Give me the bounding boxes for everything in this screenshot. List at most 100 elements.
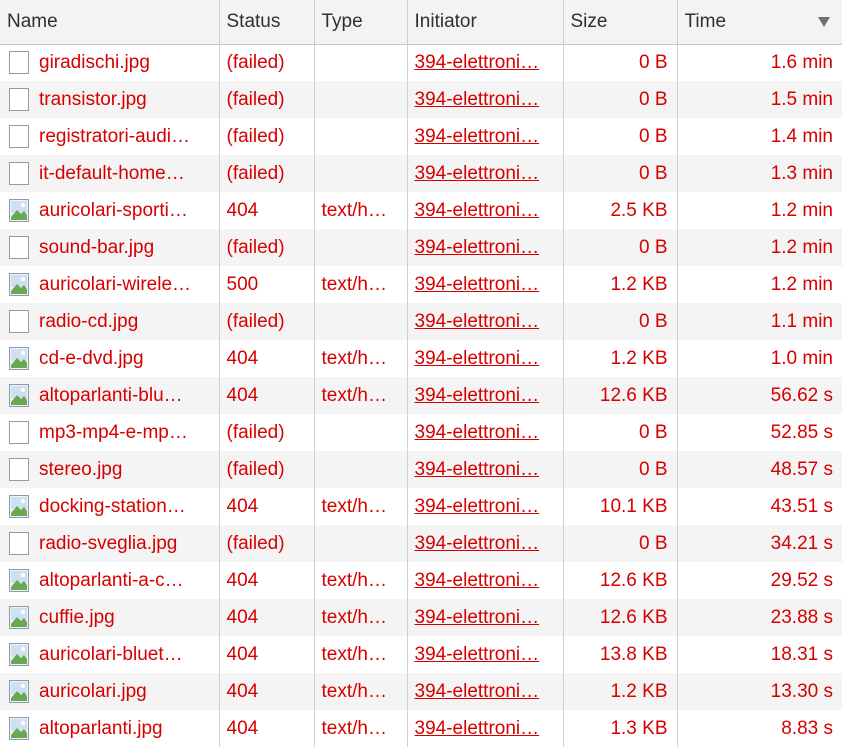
- size-cell: 2.5 KB: [563, 192, 678, 229]
- request-name: mp3-mp4-e-mp…: [39, 421, 188, 443]
- name-cell[interactable]: mp3-mp4-e-mp…: [0, 414, 220, 451]
- initiator-cell: 394-elettroni…: [407, 229, 564, 266]
- status-cell: 404: [219, 562, 315, 599]
- type-cell: text/h…: [314, 192, 408, 229]
- initiator-link[interactable]: 394-elettroni…: [415, 163, 540, 184]
- request-row[interactable]: auricolari-sporti… 404 text/h… 394-elett…: [0, 192, 842, 229]
- image-icon: [8, 346, 30, 371]
- status-cell: (failed): [219, 303, 315, 340]
- request-row[interactable]: radio-sveglia.jpg (failed) 394-elettroni…: [0, 525, 842, 562]
- request-name: cuffie.jpg: [39, 606, 115, 628]
- initiator-link[interactable]: 394-elettroni…: [415, 681, 540, 702]
- initiator-link[interactable]: 394-elettroni…: [415, 200, 540, 221]
- request-name: it-default-home…: [39, 162, 185, 184]
- type-cell: [314, 451, 408, 488]
- initiator-cell: 394-elettroni…: [407, 414, 564, 451]
- table-header: Name Status Type Initiator Size Time: [0, 0, 842, 45]
- initiator-link[interactable]: 394-elettroni…: [415, 274, 540, 295]
- initiator-cell: 394-elettroni…: [407, 155, 564, 192]
- name-cell[interactable]: altoparlanti.jpg: [0, 710, 220, 747]
- column-header-initiator[interactable]: Initiator: [407, 0, 564, 45]
- request-name: radio-cd.jpg: [39, 310, 139, 332]
- type-cell: text/h…: [314, 599, 408, 636]
- initiator-link[interactable]: 394-elettroni…: [415, 422, 540, 443]
- request-row[interactable]: auricolari-wirele… 500 text/h… 394-elett…: [0, 266, 842, 303]
- initiator-link[interactable]: 394-elettroni…: [415, 533, 540, 554]
- initiator-link[interactable]: 394-elettroni…: [415, 348, 540, 369]
- document-icon: [8, 457, 30, 482]
- initiator-link[interactable]: 394-elettroni…: [415, 311, 540, 332]
- column-header-time-label: Time: [684, 10, 727, 32]
- initiator-link[interactable]: 394-elettroni…: [415, 52, 540, 73]
- time-cell: 52.85 s: [770, 421, 833, 443]
- initiator-link[interactable]: 394-elettroni…: [415, 718, 540, 739]
- request-row[interactable]: cuffie.jpg 404 text/h… 394-elettroni… 12…: [0, 599, 842, 636]
- request-row[interactable]: stereo.jpg (failed) 394-elettroni… 0 B 4…: [0, 451, 842, 488]
- type-cell: [314, 155, 408, 192]
- name-cell[interactable]: radio-sveglia.jpg: [0, 525, 220, 562]
- name-cell[interactable]: registratori-audi…: [0, 118, 220, 155]
- time-cell: 13.30 s: [770, 680, 833, 702]
- time-cell: 8.83 s: [781, 717, 833, 739]
- name-cell[interactable]: auricolari.jpg: [0, 673, 220, 710]
- name-cell[interactable]: cd-e-dvd.jpg: [0, 340, 220, 377]
- time-cell: 18.31 s: [770, 643, 833, 665]
- initiator-link[interactable]: 394-elettroni…: [415, 385, 540, 406]
- name-cell[interactable]: cuffie.jpg: [0, 599, 220, 636]
- initiator-cell: 394-elettroni…: [407, 562, 564, 599]
- column-header-type[interactable]: Type: [314, 0, 408, 45]
- column-header-time[interactable]: Time: [677, 0, 842, 45]
- type-cell: [314, 44, 408, 81]
- initiator-cell: 394-elettroni…: [407, 525, 564, 562]
- name-cell[interactable]: auricolari-sporti…: [0, 192, 220, 229]
- name-cell[interactable]: radio-cd.jpg: [0, 303, 220, 340]
- initiator-cell: 394-elettroni…: [407, 192, 564, 229]
- name-cell[interactable]: altoparlanti-a-c…: [0, 562, 220, 599]
- document-icon: [8, 531, 30, 556]
- name-cell[interactable]: giradischi.jpg: [0, 44, 220, 81]
- request-row[interactable]: docking-station… 404 text/h… 394-elettro…: [0, 488, 842, 525]
- request-row[interactable]: giradischi.jpg (failed) 394-elettroni… 0…: [0, 44, 842, 81]
- request-row[interactable]: registratori-audi… (failed) 394-elettron…: [0, 118, 842, 155]
- request-row[interactable]: transistor.jpg (failed) 394-elettroni… 0…: [0, 81, 842, 118]
- name-cell[interactable]: sound-bar.jpg: [0, 229, 220, 266]
- request-row[interactable]: it-default-home… (failed) 394-elettroni……: [0, 155, 842, 192]
- request-row[interactable]: auricolari-bluet… 404 text/h… 394-elettr…: [0, 636, 842, 673]
- initiator-link[interactable]: 394-elettroni…: [415, 607, 540, 628]
- name-cell[interactable]: docking-station…: [0, 488, 220, 525]
- type-cell: [314, 81, 408, 118]
- initiator-link[interactable]: 394-elettroni…: [415, 570, 540, 591]
- request-row[interactable]: sound-bar.jpg (failed) 394-elettroni… 0 …: [0, 229, 842, 266]
- request-row[interactable]: mp3-mp4-e-mp… (failed) 394-elettroni… 0 …: [0, 414, 842, 451]
- status-cell: 404: [219, 710, 315, 747]
- document-icon: [8, 420, 30, 445]
- type-cell: text/h…: [314, 488, 408, 525]
- request-row[interactable]: cd-e-dvd.jpg 404 text/h… 394-elettroni… …: [0, 340, 842, 377]
- initiator-link[interactable]: 394-elettroni…: [415, 496, 540, 517]
- name-cell[interactable]: altoparlanti-blu…: [0, 377, 220, 414]
- time-cell: 43.51 s: [770, 495, 833, 517]
- initiator-link[interactable]: 394-elettroni…: [415, 126, 540, 147]
- initiator-link[interactable]: 394-elettroni…: [415, 89, 540, 110]
- request-name: giradischi.jpg: [39, 51, 150, 73]
- initiator-link[interactable]: 394-elettroni…: [415, 644, 540, 665]
- column-header-status[interactable]: Status: [219, 0, 315, 45]
- initiator-link[interactable]: 394-elettroni…: [415, 237, 540, 258]
- request-row[interactable]: radio-cd.jpg (failed) 394-elettroni… 0 B…: [0, 303, 842, 340]
- column-header-name[interactable]: Name: [0, 0, 220, 45]
- column-header-size[interactable]: Size: [563, 0, 678, 45]
- name-cell[interactable]: stereo.jpg: [0, 451, 220, 488]
- request-row[interactable]: altoparlanti.jpg 404 text/h… 394-elettro…: [0, 710, 842, 747]
- type-cell: text/h…: [314, 673, 408, 710]
- size-cell: 0 B: [563, 451, 678, 488]
- time-cell: 23.88 s: [770, 606, 833, 628]
- name-cell[interactable]: auricolari-bluet…: [0, 636, 220, 673]
- request-row[interactable]: altoparlanti-a-c… 404 text/h… 394-elettr…: [0, 562, 842, 599]
- request-row[interactable]: auricolari.jpg 404 text/h… 394-elettroni…: [0, 673, 842, 710]
- name-cell[interactable]: it-default-home…: [0, 155, 220, 192]
- name-cell[interactable]: transistor.jpg: [0, 81, 220, 118]
- name-cell[interactable]: auricolari-wirele…: [0, 266, 220, 303]
- initiator-link[interactable]: 394-elettroni…: [415, 459, 540, 480]
- request-row[interactable]: altoparlanti-blu… 404 text/h… 394-elettr…: [0, 377, 842, 414]
- image-icon: [8, 605, 30, 630]
